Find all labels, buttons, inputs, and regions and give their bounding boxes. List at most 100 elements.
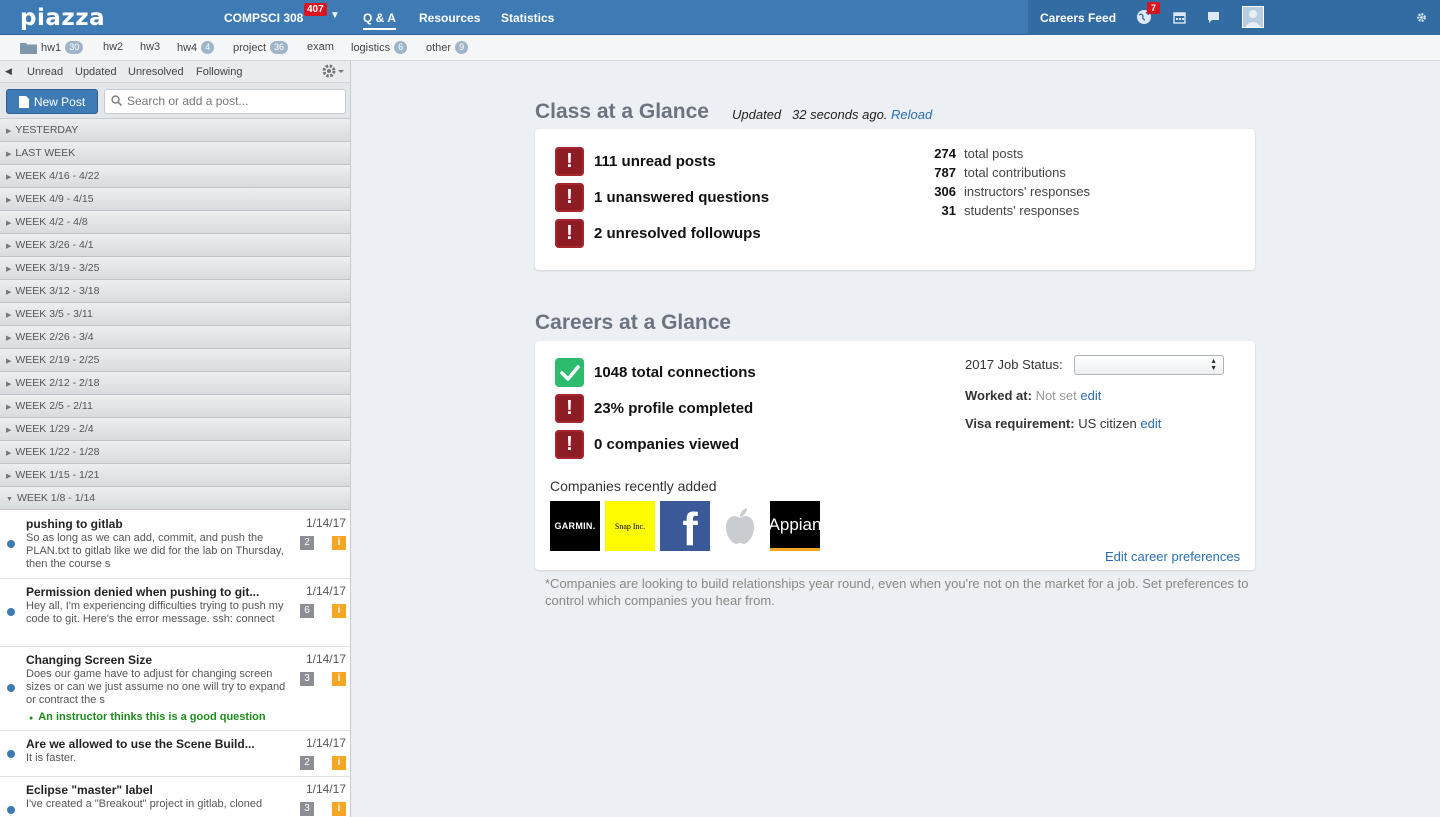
course-selector[interactable]: COMPSCI 308 <box>224 11 303 25</box>
folder-hw3[interactable]: hw3 <box>140 41 160 53</box>
facebook-logo[interactable]: f <box>660 501 710 552</box>
tab-statistics[interactable]: Statistics <box>501 11 554 25</box>
week-group[interactable]: ▶ WEEK 2/12 - 2/18 <box>0 372 350 395</box>
filter-unresolved[interactable]: Unresolved <box>128 66 184 78</box>
triangle-right-icon: ▶ <box>6 450 12 457</box>
filter-unread[interactable]: Unread <box>27 66 63 78</box>
week-group-expanded[interactable]: ▼ WEEK 1/8 - 1/14 <box>0 487 350 510</box>
tab-resources[interactable]: Resources <box>419 11 480 25</box>
info-icon: i <box>332 802 346 816</box>
snap-logo-text: Snap Inc. <box>614 521 646 531</box>
unresolved-text: 2 unresolved followups <box>594 225 761 242</box>
stat-total-contributions: 787 total contributions <box>926 165 1066 180</box>
appian-logo[interactable]: Appian <box>769 501 821 551</box>
week-group[interactable]: ▶ LAST WEEK <box>0 142 350 165</box>
list-item[interactable]: Permission denied when pushing to git...… <box>0 579 350 647</box>
profile-completed-row[interactable]: ! 23% profile completed <box>555 394 753 423</box>
visa-edit-link[interactable]: edit <box>1140 416 1161 431</box>
week-group[interactable]: ▶ WEEK 3/26 - 4/1 <box>0 234 350 257</box>
folder-exam[interactable]: exam <box>307 41 334 53</box>
class-glance-title: Class at a Glance <box>535 100 709 123</box>
calendar-icon[interactable] <box>1171 9 1187 25</box>
week-group[interactable]: ▶ WEEK 2/19 - 2/25 <box>0 349 350 372</box>
list-item[interactable]: Are we allowed to use the Scene Build...… <box>0 731 350 777</box>
week-group[interactable]: ▶ WEEK 4/2 - 4/8 <box>0 211 350 234</box>
week-label: WEEK 2/19 - 2/25 <box>15 354 100 366</box>
gear-icon[interactable] <box>321 63 345 82</box>
week-label: WEEK 4/16 - 4/22 <box>15 170 100 182</box>
week-group[interactable]: ▶ WEEK 1/22 - 1/28 <box>0 441 350 464</box>
tab-qa[interactable]: Q & A <box>363 11 396 30</box>
gear-icon[interactable] <box>1413 9 1429 25</box>
unanswered-row[interactable]: ! 1 unanswered questions <box>555 183 769 212</box>
filter-following[interactable]: Following <box>196 66 242 78</box>
list-item[interactable]: Changing Screen Size 1/14/17 Does our ga… <box>0 647 350 731</box>
week-group[interactable]: ▶ WEEK 3/19 - 3/25 <box>0 257 350 280</box>
stat-value: 306 <box>934 184 956 199</box>
triangle-right-icon: ▶ <box>6 220 12 227</box>
post-snippet: Hey all, I'm experiencing difficulties t… <box>26 600 284 625</box>
week-label: WEEK 1/15 - 1/21 <box>15 469 100 481</box>
chevron-down-icon[interactable]: ▼ <box>330 10 340 21</box>
folder-logistics[interactable]: logistics 6 <box>351 41 408 54</box>
folder-hw2[interactable]: hw2 <box>103 41 123 53</box>
list-item[interactable]: pushing to gitlab 1/14/17 So as long as … <box>0 511 350 579</box>
triangle-right-icon: ▶ <box>6 128 12 135</box>
unread-posts-row[interactable]: ! 111 unread posts <box>555 147 716 176</box>
folder-hw1[interactable]: hw1 30 <box>20 41 84 54</box>
week-group[interactable]: ▶ YESTERDAY <box>0 119 350 142</box>
list-item[interactable]: Eclipse "master" label 1/14/17 I've crea… <box>0 777 350 817</box>
garmin-logo[interactable]: GARMIN. <box>550 501 600 551</box>
select-arrows-icon: ▲ ▼ <box>1210 358 1217 372</box>
post-title: Changing Screen Size <box>26 653 153 667</box>
triangle-right-icon: ▶ <box>6 266 12 273</box>
post-title: pushing to gitlab <box>26 517 123 531</box>
apple-logo[interactable] <box>715 501 765 551</box>
folder-other[interactable]: other 9 <box>426 41 469 54</box>
week-group[interactable]: ▶ WEEK 2/5 - 2/11 <box>0 395 350 418</box>
chat-icon[interactable] <box>1205 9 1221 25</box>
folder-project[interactable]: project 36 <box>233 41 289 54</box>
search-input[interactable]: Search or add a post... <box>104 89 346 114</box>
new-post-button[interactable]: New Post <box>6 89 98 114</box>
triangle-right-icon: ▶ <box>6 427 12 434</box>
folder-icon <box>20 42 37 54</box>
week-group[interactable]: ▶ WEEK 3/12 - 3/18 <box>0 280 350 303</box>
companies-viewed-row[interactable]: ! 0 companies viewed <box>555 430 739 459</box>
careers-glance-title: Careers at a Glance <box>535 311 732 334</box>
job-status-label: 2017 Job Status: <box>965 357 1063 372</box>
info-icon: i <box>332 672 346 686</box>
unresolved-row[interactable]: ! 2 unresolved followups <box>555 219 761 248</box>
piazza-logo[interactable]: piazza <box>20 5 105 31</box>
week-group[interactable]: ▶ WEEK 2/26 - 3/4 <box>0 326 350 349</box>
post-date: 1/14/17 <box>305 516 346 530</box>
week-group[interactable]: ▶ WEEK 4/9 - 4/15 <box>0 188 350 211</box>
edit-career-preferences-link[interactable]: Edit career preferences <box>1105 549 1240 564</box>
week-group[interactable]: ▶ WEEK 4/16 - 4/22 <box>0 165 350 188</box>
week-group[interactable]: ▶ WEEK 1/15 - 1/21 <box>0 464 350 487</box>
reload-link[interactable]: Reload <box>891 107 932 122</box>
week-label: WEEK 4/2 - 4/8 <box>15 216 88 228</box>
profile-completed-text: 23% profile completed <box>594 400 754 417</box>
snap-logo[interactable]: Snap Inc. <box>605 501 655 551</box>
triangle-right-icon: ▶ <box>6 358 12 365</box>
post-count-badge: 6 <box>300 604 314 618</box>
post-count-badge: 2 <box>300 756 314 770</box>
worked-at-edit-link[interactable]: edit <box>1080 388 1101 403</box>
collapse-sidebar-icon[interactable]: ◀ <box>5 66 12 77</box>
filter-updated[interactable]: Updated <box>75 66 117 78</box>
folder-hw4[interactable]: hw4 4 <box>177 41 215 54</box>
avatar[interactable] <box>1242 6 1264 28</box>
triangle-down-icon: ▼ <box>6 496 13 503</box>
stat-value: 31 <box>941 203 956 218</box>
course-unread-badge: 407 <box>304 3 327 16</box>
filter-bar: ◀ Unread Updated Unresolved Following <box>0 61 350 83</box>
careers-feed-link[interactable]: Careers Feed <box>1040 11 1116 25</box>
job-status-select[interactable]: ▲ ▼ <box>1074 355 1224 375</box>
connections-row[interactable]: 1048 total connections <box>555 358 756 387</box>
week-group[interactable]: ▶ WEEK 1/29 - 2/4 <box>0 418 350 441</box>
stat-value: 274 <box>934 146 956 161</box>
week-group[interactable]: ▶ WEEK 3/5 - 3/11 <box>0 303 350 326</box>
week-label: WEEK 1/22 - 1/28 <box>15 446 100 458</box>
triangle-right-icon: ▶ <box>6 473 12 480</box>
